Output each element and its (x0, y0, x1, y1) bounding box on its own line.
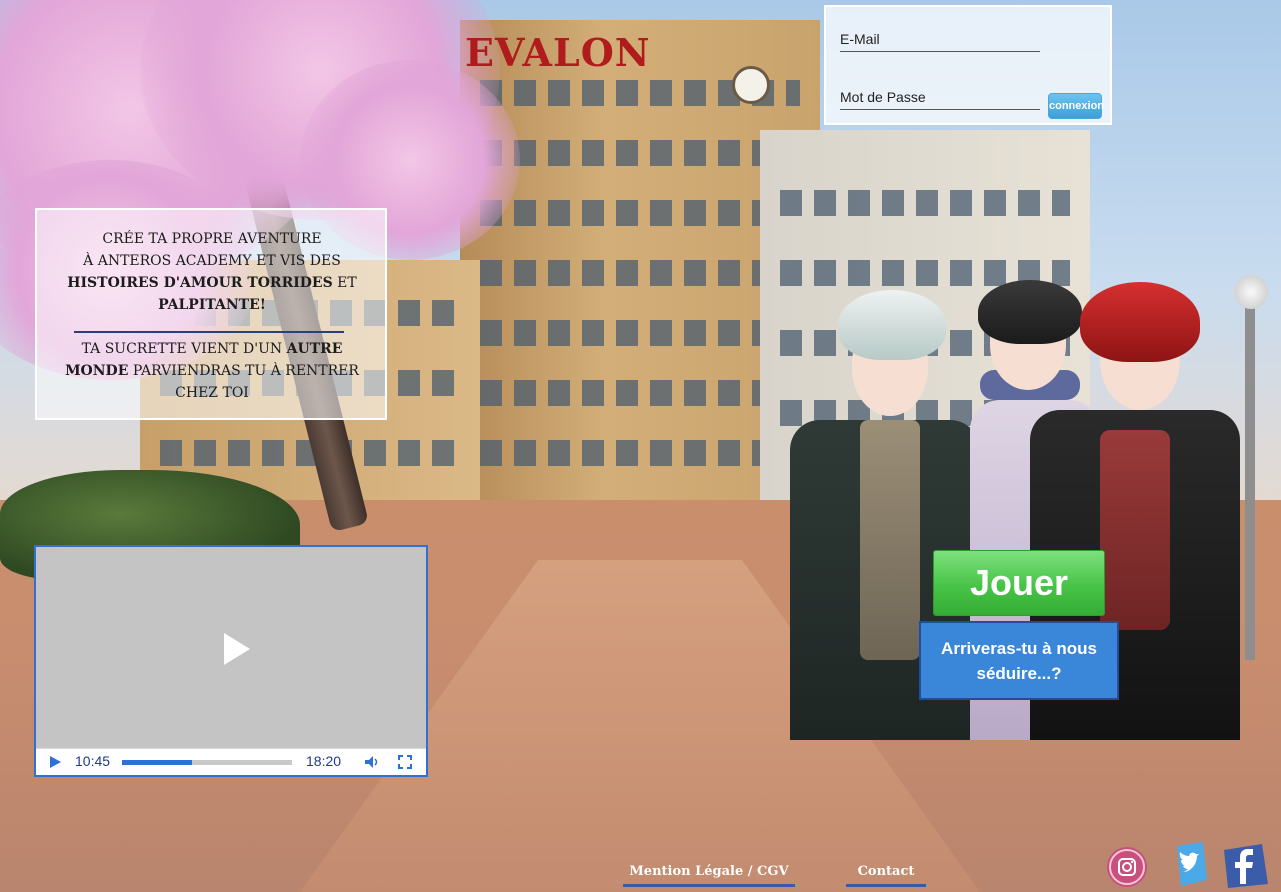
video-controls: 10:45 18:20 (36, 748, 426, 775)
intro-highlight: AUTRE (286, 341, 343, 357)
video-progress-fill (122, 760, 192, 765)
video-current-time: 10:45 (75, 753, 111, 769)
intro-divider (74, 331, 344, 333)
video-total-time: 18:20 (306, 753, 342, 769)
twitter-icon[interactable] (1163, 840, 1215, 890)
intro-highlight: MONDE (65, 363, 129, 379)
email-input[interactable] (840, 27, 1040, 52)
intro-line: CRÉE TA PROPRE AVENTURE (102, 231, 322, 247)
intro-line: ET (332, 275, 357, 291)
tagline-line: Arriveras-tu à nous (941, 639, 1097, 658)
intro-paragraph-2: TA SUCRETTE VIENT D'UN AUTRE MONDE PARVI… (47, 338, 377, 404)
intro-line: À ANTEROS ACADEMY ET VIS DES (83, 253, 341, 269)
login-form: connexion (824, 5, 1112, 125)
password-input[interactable] (840, 85, 1040, 110)
tagline-box: Arriveras-tu à nous séduire...? (919, 621, 1119, 700)
footer-contact-link[interactable]: Contact (846, 864, 926, 887)
volume-icon[interactable] (364, 755, 380, 769)
video-player[interactable]: 10:45 18:20 (34, 545, 428, 777)
clock-icon (732, 66, 770, 104)
intro-line: CHEZ TOI (175, 385, 249, 401)
intro-paragraph-1: CRÉE TA PROPRE AVENTURE À ANTEROS ACADEM… (47, 228, 377, 316)
fullscreen-icon[interactable] (398, 755, 412, 769)
intro-highlight: PALPITANTE! (158, 297, 266, 313)
intro-line: TA SUCRETTE VIENT D'UN (81, 341, 287, 357)
instagram-icon[interactable] (1103, 840, 1155, 890)
play-icon[interactable] (216, 629, 256, 669)
site-title: EVALON (465, 30, 651, 75)
intro-highlight: HISTOIRES D'AMOUR TORRIDES (67, 275, 333, 291)
facebook-icon[interactable] (1218, 840, 1270, 890)
play-button-icon[interactable] (48, 755, 62, 769)
intro-panel: CRÉE TA PROPRE AVENTURE À ANTEROS ACADEM… (35, 208, 387, 420)
tagline-line: séduire...? (976, 664, 1062, 683)
play-button[interactable]: Jouer (933, 550, 1105, 616)
video-progress-bar[interactable] (122, 760, 292, 765)
footer-legal-link[interactable]: Mention Légale / CGV (623, 864, 795, 887)
connexion-button[interactable]: connexion (1048, 93, 1104, 119)
intro-line: PARVIENDRAS TU À RENTRER (128, 363, 359, 379)
